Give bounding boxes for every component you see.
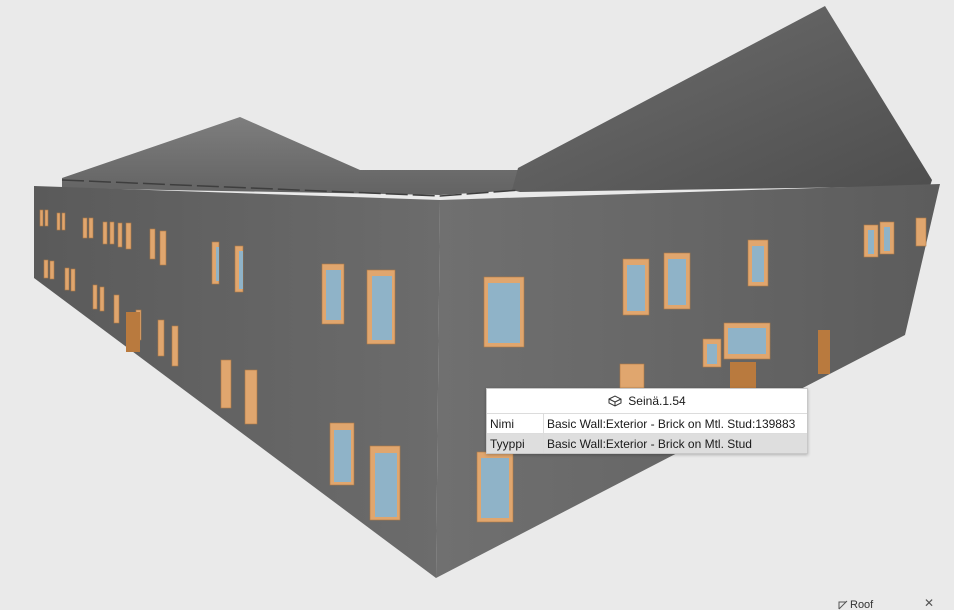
property-row-name: Nimi Basic Wall:Exterior - Brick on Mtl.… xyxy=(487,413,807,434)
3d-viewport[interactable] xyxy=(0,0,954,610)
tooltip-title: Seinä.1.54 xyxy=(628,394,686,408)
roof-right-wing xyxy=(512,6,932,192)
property-key: Nimi xyxy=(487,413,544,434)
view-cube-label[interactable]: Roof xyxy=(850,599,873,610)
close-icon[interactable]: ✕ xyxy=(924,598,934,610)
tooltip-header: Seinä.1.54 xyxy=(487,389,807,413)
property-row-type: Tyyppi Basic Wall:Exterior - Brick on Mt… xyxy=(487,433,807,453)
view-cube-icon[interactable] xyxy=(838,599,849,610)
property-key: Tyyppi xyxy=(487,433,544,453)
property-value: Basic Wall:Exterior - Brick on Mtl. Stud… xyxy=(543,413,807,434)
properties-table: Nimi Basic Wall:Exterior - Brick on Mtl.… xyxy=(487,413,807,453)
wall-icon xyxy=(608,395,622,407)
element-info-tooltip: Seinä.1.54 Nimi Basic Wall:Exterior - Br… xyxy=(486,388,808,454)
building-model[interactable] xyxy=(0,0,954,610)
property-value: Basic Wall:Exterior - Brick on Mtl. Stud xyxy=(543,433,807,453)
left-wall-door xyxy=(126,312,140,352)
view-cube-widget[interactable]: Roof ✕ xyxy=(836,598,946,610)
